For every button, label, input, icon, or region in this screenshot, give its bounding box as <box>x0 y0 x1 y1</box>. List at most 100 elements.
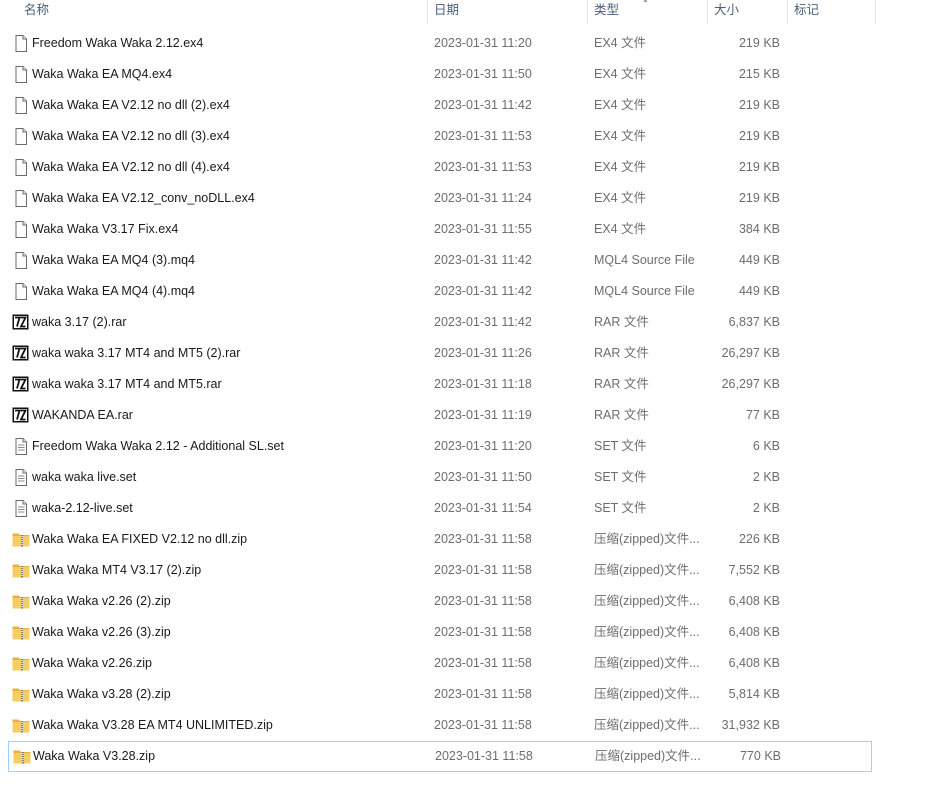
generic-file-icon <box>12 35 30 52</box>
file-name: waka waka live.set <box>32 470 137 484</box>
file-row[interactable]: waka-2.12-live.set 2023-01-31 11:54 SET 文件… <box>8 493 872 524</box>
file-type: RAR 文件 <box>594 408 649 422</box>
file-row[interactable]: Waka Waka MT4 V3.17 (2).zip 2023-01-31 11… <box>8 555 872 586</box>
7zip-archive-icon <box>12 407 30 424</box>
file-type: SET 文件 <box>594 470 647 484</box>
file-name: waka waka 3.17 MT4 and MT5.rar <box>32 377 222 391</box>
file-name: Waka Waka v3.28 (2).zip <box>32 687 171 701</box>
zip-folder-icon <box>12 562 30 579</box>
file-row[interactable]: waka waka live.set 2023-01-31 11:50 SET 文件… <box>8 462 872 493</box>
file-date: 2023-01-31 11:58 <box>434 656 532 670</box>
sort-caret-icon: ▲ <box>642 0 649 4</box>
generic-file-icon <box>12 159 30 176</box>
file-row[interactable]: Waka Waka EA V2.12 no dll (2).ex4 2023-01… <box>8 90 872 121</box>
file-date: 2023-01-31 11:20 <box>434 439 532 453</box>
column-header-size[interactable]: 大小 <box>708 0 788 24</box>
file-row[interactable]: Waka Waka EA MQ4 (3).mq4 2023-01-31 11:42… <box>8 245 872 276</box>
file-type: 压缩(zipped)文件... <box>594 594 700 608</box>
file-row[interactable]: waka waka 3.17 MT4 and MT5.rar 2023-01-31… <box>8 369 872 400</box>
file-size: 449 KB <box>738 284 780 298</box>
file-row[interactable]: Waka Waka EA FIXED V2.12 no dll.zip 2023-… <box>8 524 872 555</box>
generic-file-icon <box>12 252 30 269</box>
file-date: 2023-01-31 11:42 <box>434 315 532 329</box>
file-size: 26,297 KB <box>721 346 780 360</box>
column-header-name[interactable]: 名称 <box>18 0 428 24</box>
file-date: 2023-01-31 11:58 <box>434 718 532 732</box>
file-size: 7,552 KB <box>728 563 780 577</box>
file-size: 219 KB <box>738 129 780 143</box>
file-size: 6,408 KB <box>728 594 780 608</box>
file-size: 770 KB <box>739 749 781 763</box>
file-row[interactable]: Waka Waka v3.28 (2).zip 2023-01-31 11:58 压… <box>8 679 872 710</box>
file-date: 2023-01-31 11:24 <box>434 191 532 205</box>
file-size: 2 KB <box>752 470 780 484</box>
file-list: Freedom Waka Waka 2.12.ex4 2023-01-31 11:… <box>8 28 876 772</box>
file-type: RAR 文件 <box>594 346 649 360</box>
file-name: Freedom Waka Waka 2.12.ex4 <box>32 36 204 50</box>
file-row[interactable]: waka waka 3.17 MT4 and MT5 (2).rar 2023-0… <box>8 338 872 369</box>
7zip-archive-icon <box>12 376 30 393</box>
file-row[interactable]: Waka Waka EA MQ4.ex4 2023-01-31 11:50 EX4 … <box>8 59 872 90</box>
file-size: 5,814 KB <box>728 687 780 701</box>
file-date: 2023-01-31 11:58 <box>434 625 532 639</box>
column-header-date[interactable]: 日期 <box>428 0 588 24</box>
file-type: RAR 文件 <box>594 377 649 391</box>
file-row[interactable]: Waka Waka EA V2.12_conv_noDLL.ex4 2023-01… <box>8 183 872 214</box>
file-name: Waka Waka MT4 V3.17 (2).zip <box>32 563 202 577</box>
file-date: 2023-01-31 11:58 <box>434 594 532 608</box>
generic-file-icon <box>12 128 30 145</box>
file-row[interactable]: WAKANDA EA.rar 2023-01-31 11:19 RAR 文件 77 K… <box>8 400 872 431</box>
file-name: Freedom Waka Waka 2.12 - Additional SL.s… <box>32 439 284 453</box>
file-type: 压缩(zipped)文件... <box>594 563 700 577</box>
file-date: 2023-01-31 11:53 <box>434 160 532 174</box>
file-row[interactable]: waka 3.17 (2).rar 2023-01-31 11:42 RAR 文件 6… <box>8 307 872 338</box>
text-document-icon <box>12 438 30 455</box>
zip-folder-icon <box>13 748 31 765</box>
file-type: 压缩(zipped)文件... <box>594 718 700 732</box>
file-date: 2023-01-31 11:19 <box>434 408 532 422</box>
file-type: EX4 文件 <box>594 36 647 50</box>
file-date: 2023-01-31 11:20 <box>434 36 532 50</box>
file-row[interactable]: Waka Waka EA V2.12 no dll (3).ex4 2023-01… <box>8 121 872 152</box>
file-row[interactable]: Freedom Waka Waka 2.12.ex4 2023-01-31 11:… <box>8 28 872 59</box>
file-date: 2023-01-31 11:18 <box>434 377 532 391</box>
file-type: 压缩(zipped)文件... <box>595 749 701 763</box>
zip-folder-icon <box>12 624 30 641</box>
file-type: 压缩(zipped)文件... <box>594 532 700 546</box>
file-name: Waka Waka EA V2.12 no dll (2).ex4 <box>32 98 230 112</box>
file-date: 2023-01-31 11:55 <box>434 222 532 236</box>
file-size: 219 KB <box>738 191 780 205</box>
file-row[interactable]: Waka Waka EA MQ4 (4).mq4 2023-01-31 11:42… <box>8 276 872 307</box>
file-date: 2023-01-31 11:42 <box>434 253 532 267</box>
file-row[interactable]: Waka Waka EA V2.12 no dll (4).ex4 2023-01… <box>8 152 872 183</box>
file-type: RAR 文件 <box>594 315 649 329</box>
7zip-archive-icon <box>12 345 30 362</box>
generic-file-icon <box>12 66 30 83</box>
file-type: SET 文件 <box>594 439 647 453</box>
file-row[interactable]: Waka Waka V3.17 Fix.ex4 2023-01-31 11:55 E… <box>8 214 872 245</box>
file-name: Waka Waka EA V2.12 no dll (3).ex4 <box>32 129 230 143</box>
file-row[interactable]: Waka Waka V3.28.zip 2023-01-31 11:58 压缩(zi… <box>8 741 872 772</box>
file-type: EX4 文件 <box>594 129 647 143</box>
file-row[interactable]: Waka Waka v2.26 (3).zip 2023-01-31 11:58 压… <box>8 617 872 648</box>
column-header-tags[interactable]: 标记 <box>788 0 876 24</box>
file-row[interactable]: Waka Waka v2.26 (2).zip 2023-01-31 11:58 压… <box>8 586 872 617</box>
file-name: Waka Waka EA MQ4 (4).mq4 <box>32 284 196 298</box>
file-size: 6,408 KB <box>728 656 780 670</box>
file-name: WAKANDA EA.rar <box>32 408 133 422</box>
file-size: 6 KB <box>752 439 780 453</box>
file-date: 2023-01-31 11:53 <box>434 129 532 143</box>
file-name: Waka Waka v2.26.zip <box>32 656 152 670</box>
file-date: 2023-01-31 11:58 <box>434 563 532 577</box>
generic-file-icon <box>12 190 30 207</box>
file-date: 2023-01-31 11:58 <box>434 687 532 701</box>
file-date: 2023-01-31 11:26 <box>434 346 532 360</box>
file-date: 2023-01-31 11:50 <box>434 67 532 81</box>
file-size: 219 KB <box>738 160 780 174</box>
file-type: EX4 文件 <box>594 191 647 205</box>
zip-folder-icon <box>12 717 30 734</box>
file-row[interactable]: Freedom Waka Waka 2.12 - Additional SL.s… <box>8 431 872 462</box>
file-name: Waka Waka EA V2.12 no dll (4).ex4 <box>32 160 230 174</box>
file-row[interactable]: Waka Waka V3.28 EA MT4 UNLIMITED.zip 2023… <box>8 710 872 741</box>
file-row[interactable]: Waka Waka v2.26.zip 2023-01-31 11:58 压缩(zi… <box>8 648 872 679</box>
